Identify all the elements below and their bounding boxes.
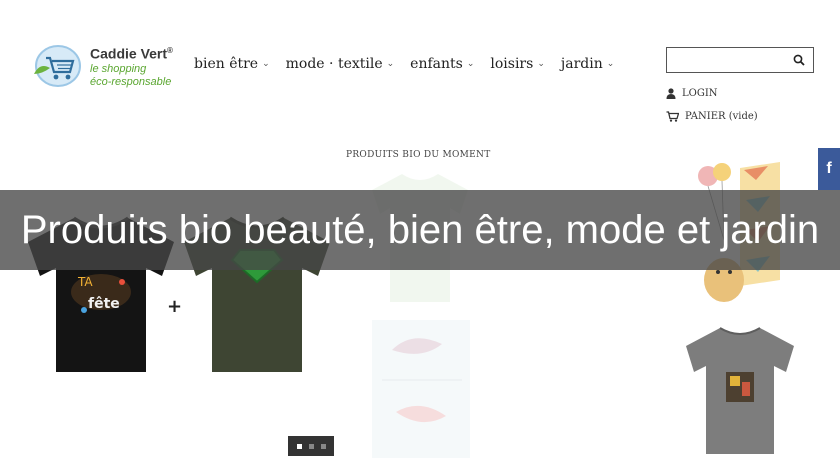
nav-item-mode-textile[interactable]: mode · textile ⌄ bbox=[286, 56, 395, 72]
account-links: LOGIN PANIER (vide) bbox=[666, 85, 758, 131]
chevron-down-icon: ⌄ bbox=[537, 59, 545, 69]
slider-dot-1[interactable] bbox=[296, 443, 302, 449]
search-icon bbox=[793, 54, 805, 66]
nav-item-bien-etre[interactable]: bien être ⌄ bbox=[194, 56, 270, 72]
facebook-share-button[interactable]: f bbox=[818, 148, 840, 190]
nav-item-label: mode · textile bbox=[285, 56, 383, 72]
main-nav: bien être ⌄ mode · textile ⌄ enfants ⌄ l… bbox=[194, 56, 630, 72]
search-input[interactable] bbox=[667, 48, 785, 72]
bird-drawing-product-image[interactable] bbox=[372, 320, 470, 458]
grey-tshirt-product-image[interactable] bbox=[680, 320, 800, 458]
slider-pagination bbox=[288, 436, 334, 456]
nav-item-label: enfants bbox=[410, 56, 463, 72]
nav-item-jardin[interactable]: jardin ⌄ bbox=[561, 56, 614, 72]
site-logo[interactable]: Caddie Vert® le shopping éco-responsable bbox=[30, 42, 180, 92]
registered-mark: ® bbox=[167, 46, 173, 55]
svg-text:TA: TA bbox=[77, 275, 93, 289]
search-button[interactable] bbox=[785, 48, 813, 72]
logo-tagline-2: éco-responsable bbox=[90, 75, 172, 88]
nav-item-label: jardin bbox=[560, 56, 603, 72]
chevron-down-icon: ⌄ bbox=[262, 59, 270, 69]
logo-tagline-1: le shopping bbox=[90, 62, 147, 75]
slider-dot-2[interactable] bbox=[308, 443, 314, 449]
section-title: PRODUITS BIO DU MOMENT bbox=[346, 150, 491, 160]
chevron-down-icon: ⌄ bbox=[386, 59, 395, 69]
login-label: LOGIN bbox=[682, 87, 718, 99]
slider-dot-3[interactable] bbox=[320, 443, 326, 449]
cart-label: PANIER (vide) bbox=[685, 110, 758, 122]
nav-item-loisirs[interactable]: loisirs ⌄ bbox=[490, 56, 544, 72]
nav-item-label: bien être bbox=[194, 56, 259, 72]
svg-text:fête: fête bbox=[88, 296, 120, 312]
shopping-cart-logo-icon bbox=[34, 45, 81, 87]
search-box bbox=[666, 47, 814, 73]
cart-link[interactable]: PANIER (vide) bbox=[666, 108, 758, 124]
title-banner: Produits bio beauté, bien être, mode et … bbox=[0, 190, 840, 270]
nav-item-enfants[interactable]: enfants ⌄ bbox=[410, 56, 474, 72]
banner-title: Produits bio beauté, bien être, mode et … bbox=[20, 207, 820, 252]
chevron-down-icon: ⌄ bbox=[466, 59, 475, 69]
chevron-down-icon: ⌄ bbox=[606, 59, 615, 69]
login-link[interactable]: LOGIN bbox=[666, 85, 758, 101]
facebook-icon: f bbox=[826, 160, 832, 177]
logo-name: Caddie Vert bbox=[90, 45, 168, 62]
nav-item-label: loisirs bbox=[490, 56, 534, 72]
cart-icon bbox=[666, 110, 679, 122]
user-icon bbox=[666, 87, 676, 99]
